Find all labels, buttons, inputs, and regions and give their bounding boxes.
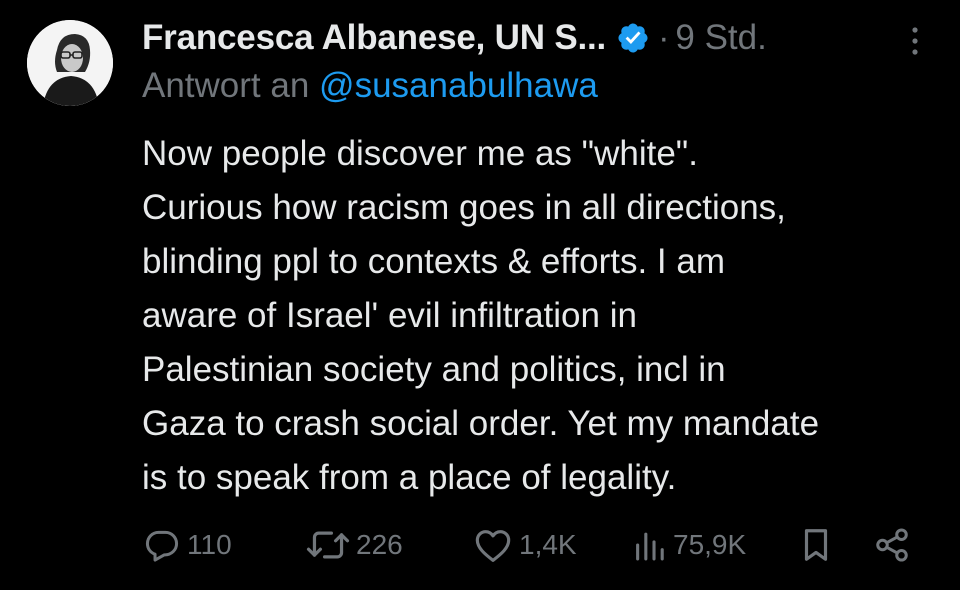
reply-button[interactable]: 110 <box>143 522 232 568</box>
more-options-icon[interactable] <box>905 26 925 56</box>
tweet-text-line: Now people discover me as "white". <box>142 134 698 173</box>
action-bar: 110 226 1,4K 75,9K <box>0 522 960 568</box>
verified-badge-icon[interactable] <box>616 21 650 55</box>
tweet-text: Now people discover me as "white". Curio… <box>142 127 942 505</box>
author-name[interactable]: Francesca Albanese, UN S... <box>142 18 606 58</box>
tweet-text-line: Palestinian society and politics, incl i… <box>142 350 726 389</box>
reply-context: Antwort an @susanabulhawa <box>142 66 598 106</box>
tweet-text-line: is to speak from a place of legality. <box>142 458 677 497</box>
repost-icon <box>306 526 350 564</box>
tweet-text-line: aware of Israel' evil infiltration in <box>142 296 637 335</box>
share-button[interactable] <box>873 522 911 568</box>
timestamp[interactable]: 9 Std. <box>675 18 766 58</box>
tweet-text-line: Gaza to crash social order. Yet my manda… <box>142 404 820 443</box>
tweet-text-line: blinding ppl to contexts & efforts. I am <box>142 242 726 281</box>
bookmark-icon <box>800 526 832 564</box>
views-button[interactable]: 75,9K <box>633 522 746 568</box>
tweet-header: Francesca Albanese, UN S... · 9 Std. <box>142 14 932 62</box>
like-button[interactable]: 1,4K <box>473 522 577 568</box>
repost-count: 226 <box>356 529 403 560</box>
tweet[interactable]: Francesca Albanese, UN S... · 9 Std. Ant… <box>0 0 960 590</box>
bookmark-button[interactable] <box>800 522 832 568</box>
tweet-text-line: Curious how racism goes in all direction… <box>142 188 786 227</box>
views-count: 75,9K <box>673 529 747 560</box>
like-count: 1,4K <box>519 529 577 560</box>
reply-prefix: Antwort an <box>142 66 310 105</box>
share-icon <box>873 526 911 564</box>
avatar[interactable] <box>27 20 113 106</box>
views-chart-icon <box>633 528 667 562</box>
reply-count: 110 <box>187 529 232 560</box>
heart-icon <box>473 526 513 564</box>
separator-dot: · <box>658 18 670 57</box>
repost-button[interactable]: 226 <box>306 522 403 568</box>
reply-handle-link[interactable]: @susanabulhawa <box>319 66 598 105</box>
reply-icon <box>143 526 181 564</box>
